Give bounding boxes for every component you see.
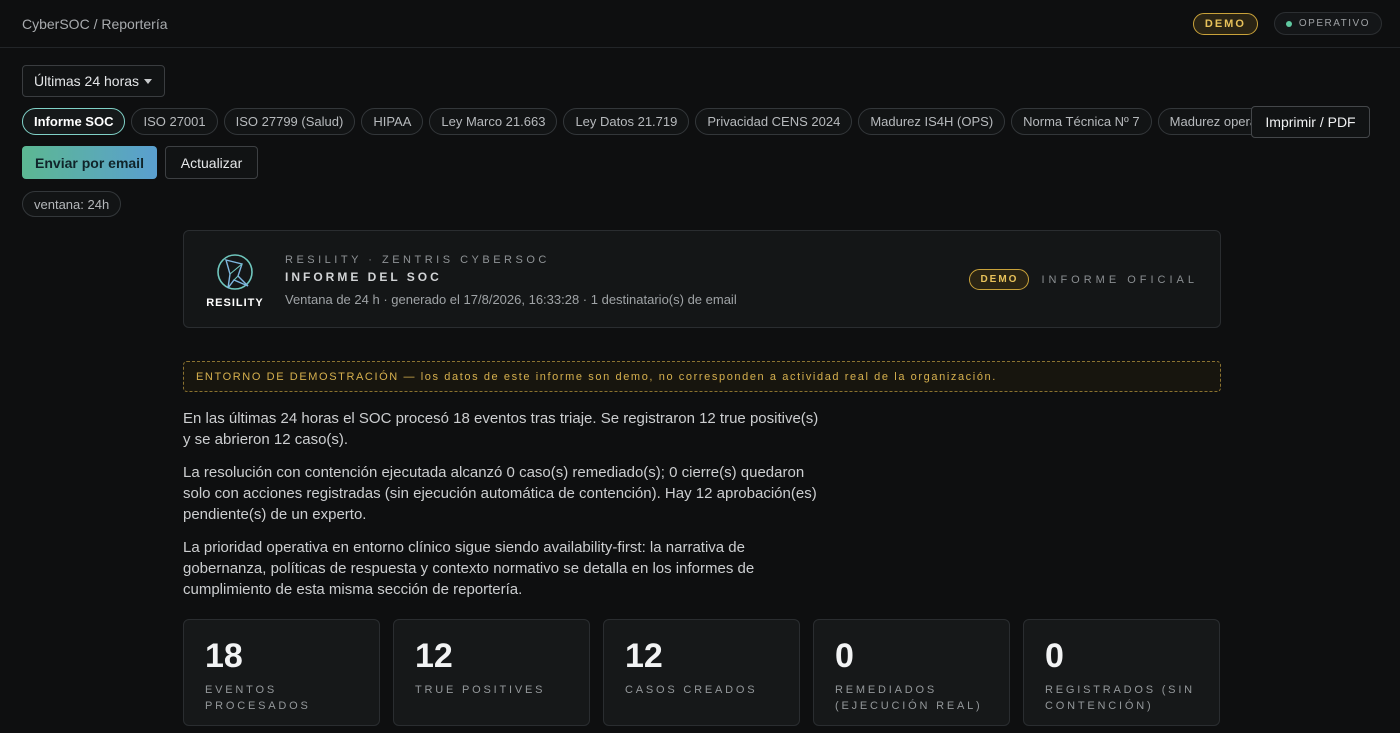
time-range-value: Últimas 24 horas	[34, 73, 140, 89]
summary-paragraph-3: La prioridad operativa en entorno clínic…	[183, 539, 755, 598]
chevron-down-icon	[144, 78, 152, 84]
logo-wordmark: RESILITY	[206, 297, 264, 309]
org-line: Resility · Zentris CyberSOC	[285, 254, 550, 266]
print-pdf-button[interactable]: Imprimir / PDF	[1251, 106, 1370, 138]
send-email-button[interactable]: Enviar por email	[22, 146, 157, 179]
resility-logo: RESILITY	[204, 250, 266, 312]
kpi-value: 18	[205, 637, 243, 675]
kpi-label: True positives	[415, 684, 546, 696]
demo-badge: DEMO	[1192, 12, 1258, 35]
tab-ley-marco[interactable]: Ley Marco 21.663	[429, 108, 558, 135]
demo-environment-banner: ENTORNO DE DEMOSTRACIÓN — los datos de e…	[183, 361, 1221, 392]
kpi-label: Casos creados	[625, 684, 758, 696]
kpi-value: 0	[1045, 637, 1064, 675]
breadcrumb[interactable]: CyberSOC / Reportería	[22, 16, 168, 32]
kpi-value: 0	[835, 637, 854, 675]
status-dot-icon	[1285, 20, 1292, 27]
kpi-label: Eventos procesados	[205, 684, 311, 712]
kpi-card-registrados: 0 Registrados (sin contención)	[1023, 619, 1220, 726]
report-meta: Resility · Zentris CyberSOC Informe del …	[285, 254, 737, 307]
report-tabs: Informe SOC ISO 27001 ISO 27799 (Salud) …	[22, 108, 1290, 135]
tab-hipaa[interactable]: HIPAA	[361, 108, 424, 135]
kpi-value: 12	[415, 637, 453, 675]
refresh-button[interactable]: Actualizar	[165, 146, 258, 179]
tab-madurez-is4h[interactable]: Madurez IS4H (OPS)	[858, 108, 1006, 135]
kpi-row: 18 Eventos procesados 12 True positives …	[183, 619, 1220, 726]
report-title: Informe del SOC	[285, 270, 442, 284]
tab-informe-soc[interactable]: Informe SOC	[22, 108, 126, 135]
tab-privacidad-cens[interactable]: Privacidad CENS 2024	[695, 108, 853, 135]
kpi-label: Remediados (ejecución real)	[835, 684, 983, 712]
tab-norma-tecnica[interactable]: Norma Técnica Nº 7	[1011, 108, 1152, 135]
status-label: OPERATIVO	[1298, 18, 1370, 29]
kpi-label: Registrados (sin contención)	[1045, 684, 1195, 712]
kpi-card-true-positives: 12 True positives	[393, 619, 590, 726]
report-demo-badge: DEMO	[969, 269, 1030, 290]
kpi-card-remediados: 0 Remediados (ejecución real)	[813, 619, 1010, 726]
tab-iso-27799[interactable]: ISO 27799 (Salud)	[223, 108, 356, 135]
summary-paragraph-2: La resolución con contención ejecutada a…	[183, 464, 817, 523]
report-summary: En las últimas 24 horas el SOC procesó 1…	[183, 408, 823, 612]
report-subtitle: Ventana de 24 h · generado el 17/8/2026,…	[285, 292, 737, 307]
report-badges: DEMO Informe oficial	[969, 269, 1198, 290]
summary-paragraph-1: En las últimas 24 horas el SOC procesó 1…	[183, 410, 819, 448]
kpi-card-eventos: 18 Eventos procesados	[183, 619, 380, 726]
tab-ley-datos[interactable]: Ley Datos 21.719	[563, 108, 690, 135]
time-range-select[interactable]: Últimas 24 horas	[22, 65, 165, 97]
kpi-card-casos: 12 Casos creados	[603, 619, 800, 726]
tab-iso-27001[interactable]: ISO 27001	[131, 108, 218, 135]
top-right-badges: DEMO OPERATIVO	[1192, 12, 1382, 35]
window-chip: ventana: 24h	[22, 191, 122, 217]
resility-logo-icon	[217, 254, 253, 290]
report-header-card: RESILITY Resility · Zentris CyberSOC Inf…	[183, 230, 1221, 328]
top-bar: CyberSOC / Reportería DEMO OPERATIVO	[0, 0, 1400, 48]
kpi-value: 12	[625, 637, 663, 675]
official-label: Informe oficial	[1041, 273, 1198, 286]
status-badge: OPERATIVO	[1273, 12, 1382, 35]
